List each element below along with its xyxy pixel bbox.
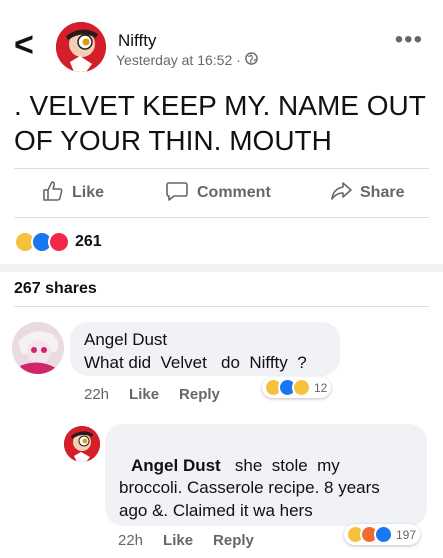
post-meta: Yesterday at 16:52 · [116, 52, 258, 68]
comment-reaction-count: 12 [314, 380, 328, 395]
back-arrow-icon[interactable]: < [14, 28, 34, 62]
avatar-illustration [56, 22, 106, 72]
like-reaction-icon [374, 525, 393, 544]
thumbs-up-icon [42, 180, 64, 207]
share-icon [330, 180, 352, 207]
comment-text-line: she stole my [234, 456, 340, 475]
commenter-avatar[interactable] [12, 322, 64, 374]
share-button[interactable]: Share [330, 180, 404, 206]
reaction-count: 261 [75, 233, 102, 250]
divider [14, 306, 429, 307]
wow-reaction-icon [292, 378, 311, 397]
comment-meta: 22h Like Reply [118, 532, 254, 549]
shares-count[interactable]: 267 shares [14, 280, 97, 298]
avatar-illustration [64, 426, 100, 462]
avatar-illustration [12, 322, 64, 374]
comment-icon [165, 180, 189, 207]
divider [14, 168, 429, 169]
comment-meta: 22h Like Reply [84, 386, 220, 403]
comment-text-line: broccoli. Casserole recipe. 8 years [119, 478, 380, 497]
more-options-icon[interactable]: ••• [395, 28, 423, 52]
reactions-summary[interactable]: 261 [14, 231, 102, 253]
commenter-avatar[interactable] [64, 426, 100, 462]
share-label: Share [360, 184, 405, 201]
divider [14, 217, 429, 218]
comment-reply-button[interactable]: Reply [213, 532, 254, 549]
like-button[interactable]: Like [42, 180, 104, 206]
section-separator [0, 264, 443, 272]
globe-icon [244, 52, 258, 68]
comment-author[interactable]: Angel Dust [84, 330, 167, 350]
comment-time[interactable]: 22h [84, 386, 109, 403]
comment-reactions[interactable]: 197 [344, 524, 421, 545]
comment-bubble: Angel Dust she stole my broccoli. Casser… [105, 424, 427, 526]
comment-like-button[interactable]: Like [129, 386, 159, 403]
post-text: . VELVET KEEP MY. NAME OUT OF YOUR THIN.… [14, 90, 426, 156]
comment-like-button[interactable]: Like [163, 532, 193, 549]
comment-label: Comment [197, 184, 271, 201]
comment-bubble: Angel Dust What did Velvet do Niffty ? [70, 322, 340, 376]
comment-text-line: ago &. Claimed it wa hers [119, 501, 313, 520]
comment-first-line: Angel Dust she stole my [131, 454, 340, 478]
comment-time[interactable]: 22h [118, 532, 143, 549]
like-label: Like [72, 184, 105, 201]
comment-author[interactable]: Angel Dust [131, 456, 221, 475]
comment-reaction-count: 197 [396, 527, 417, 542]
comment-button[interactable]: Comment [165, 180, 271, 206]
author-avatar[interactable] [56, 22, 106, 72]
comment-reactions[interactable]: 12 [262, 377, 332, 398]
post-timestamp[interactable]: Yesterday at 16:52 · [116, 52, 241, 68]
love-reaction-icon [48, 231, 70, 253]
comment-reply-button[interactable]: Reply [179, 386, 220, 403]
comment-text: What did Velvet do Niffty ? [84, 353, 307, 372]
post-author-name[interactable]: Niffty [118, 31, 156, 51]
